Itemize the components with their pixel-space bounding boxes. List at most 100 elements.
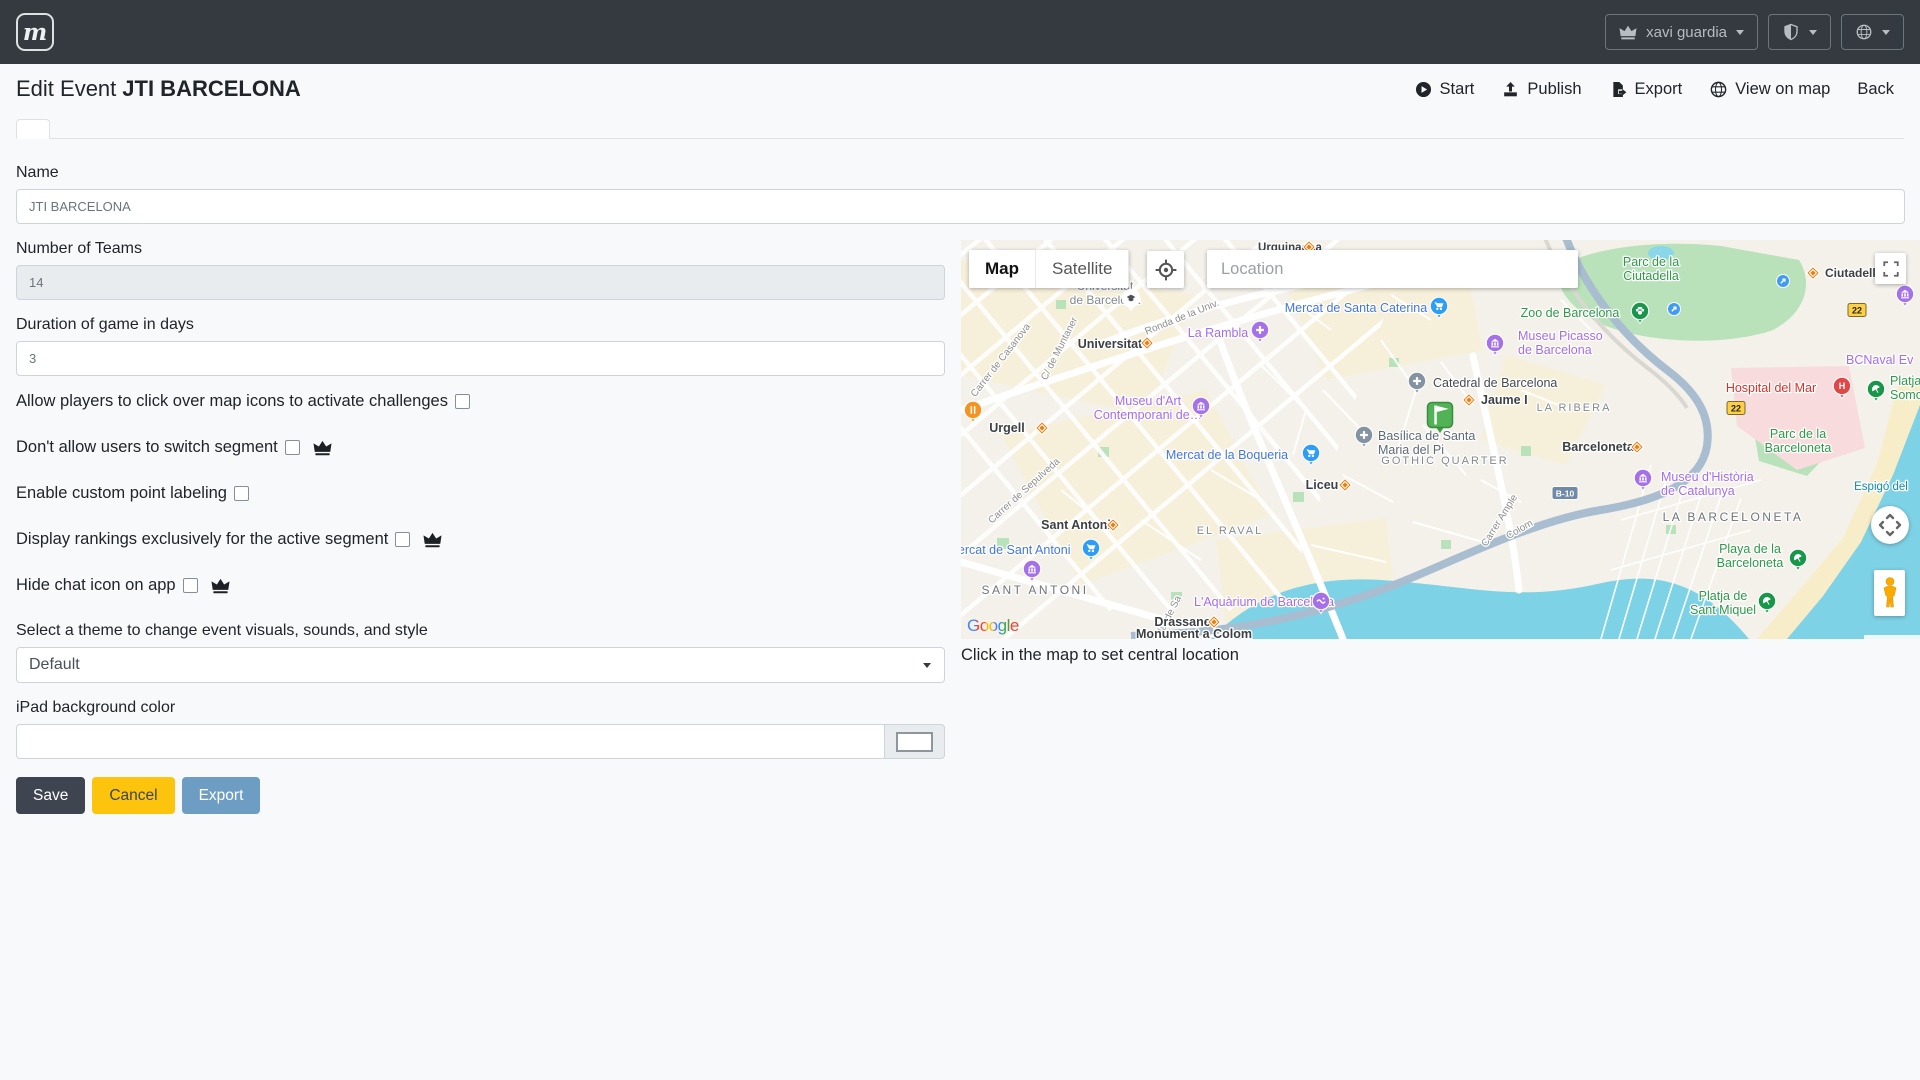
attribution-item[interactable] — [1892, 635, 1906, 639]
map-label: Platja de laSomorrostro — [1890, 374, 1920, 402]
svg-text:H: H — [1839, 381, 1846, 391]
tab[interactable] — [322, 119, 356, 139]
checkbox[interactable] — [455, 394, 470, 409]
action-label: View on map — [1735, 80, 1830, 99]
pan-arrows-icon — [1877, 512, 1903, 538]
checkbox[interactable] — [285, 440, 300, 455]
action-icon — [1501, 80, 1520, 99]
crown-icon — [1619, 23, 1637, 41]
map-label: Museu Picassode Barcelona — [1518, 329, 1603, 357]
save-button[interactable]: Save — [16, 777, 85, 814]
location-search-input[interactable] — [1207, 250, 1578, 288]
language-menu-button[interactable] — [1841, 14, 1904, 50]
tab[interactable] — [84, 119, 118, 139]
shield-icon — [1782, 23, 1800, 41]
map-label: Barceloneta — [1562, 440, 1635, 454]
action-label: Back — [1857, 80, 1894, 99]
attribution-item[interactable] — [1906, 635, 1920, 639]
tab[interactable] — [288, 119, 322, 139]
ipad-color-input-group — [16, 724, 945, 759]
map-label: Monument a Colom — [1136, 627, 1252, 639]
map-label: Parc de laCiutadella — [1623, 255, 1679, 283]
action-label: Export — [1635, 80, 1683, 99]
user-name: xavi guardia — [1646, 24, 1727, 41]
map-marker-shield: 22 — [1727, 402, 1745, 415]
tab[interactable] — [254, 119, 288, 139]
checkbox[interactable] — [183, 578, 198, 593]
chevron-down-icon — [1809, 30, 1817, 35]
event-name: JTI BARCELONA — [122, 76, 300, 101]
map-label: LA BARCELONETA — [1663, 510, 1804, 524]
attribution-item[interactable] — [1878, 635, 1892, 639]
checkbox[interactable] — [234, 486, 249, 501]
map-type-map-button[interactable]: Map — [969, 250, 1036, 288]
map-label: EL RAVAL — [1197, 525, 1264, 537]
name-field-group: Name — [16, 164, 1905, 224]
duration-input[interactable] — [16, 341, 945, 376]
tab[interactable] — [16, 119, 50, 139]
checkbox[interactable] — [395, 532, 410, 547]
page-header: Edit EventJTI BARCELONA Start Publish Ex… — [0, 64, 1920, 114]
export-button[interactable]: Export — [182, 777, 261, 814]
color-swatch — [896, 732, 933, 752]
ipad-color-input[interactable] — [16, 724, 885, 759]
map-label: Urgell — [989, 421, 1024, 435]
header-action[interactable]: Back — [1857, 80, 1894, 99]
map-label: Catedral de Barcelona — [1433, 376, 1557, 390]
header-action[interactable]: View on map — [1709, 80, 1830, 99]
premium-crown-icon — [423, 530, 442, 549]
tab[interactable] — [220, 119, 254, 139]
map-attribution — [1864, 635, 1920, 639]
map-marker-arrow — [1667, 302, 1681, 316]
checkbox-label: Hide chat icon on app — [16, 576, 176, 595]
map-widget: UrquinaonaUniversitatde BarcelonaUnivers… — [961, 240, 1920, 639]
app-logo-letter: m — [23, 19, 47, 46]
chevron-down-icon — [1736, 30, 1744, 35]
tab[interactable] — [50, 119, 84, 139]
google-logo[interactable]: Google — [967, 616, 1019, 636]
tab[interactable] — [186, 119, 220, 139]
map-label: Liceu — [1306, 478, 1339, 492]
map-type-satellite-button[interactable]: Satellite — [1036, 250, 1129, 288]
name-label: Name — [16, 164, 1905, 182]
top-navbar: m xavi guardia — [0, 0, 1920, 64]
name-input[interactable] — [16, 189, 1905, 224]
header-action[interactable]: Start — [1414, 80, 1475, 99]
admin-menu-button[interactable] — [1768, 14, 1831, 50]
header-action[interactable]: Publish — [1501, 80, 1581, 99]
action-label: Publish — [1527, 80, 1581, 99]
pegman-control[interactable] — [1874, 570, 1905, 616]
event-tabs — [16, 119, 1904, 139]
globe-icon — [1855, 23, 1873, 41]
premium-crown-icon — [211, 576, 230, 595]
locate-icon — [1154, 258, 1178, 282]
map-label: La Rambla — [1188, 326, 1248, 340]
checkbox-label: Enable custom point labeling — [16, 484, 227, 503]
theme-select[interactable]: Default — [16, 647, 945, 683]
fullscreen-button[interactable] — [1875, 253, 1906, 284]
attribution-item[interactable] — [1864, 635, 1878, 639]
edit-event-page: m xavi guardia Edit EventJTI BARCELONA — [0, 0, 1920, 1080]
map-label: Sant Antoni — [1041, 518, 1111, 532]
locate-button[interactable] — [1147, 251, 1184, 288]
map-label: Espigó del — [1854, 481, 1908, 493]
user-menu-button[interactable]: xavi guardia — [1605, 14, 1758, 50]
color-picker-addon[interactable] — [885, 724, 945, 759]
tab[interactable] — [152, 119, 186, 139]
pan-control[interactable] — [1871, 506, 1909, 544]
teams-input — [16, 265, 945, 300]
map-canvas[interactable]: UrquinaonaUniversitatde BarcelonaUnivers… — [961, 240, 1920, 639]
app-logo[interactable]: m — [16, 13, 54, 51]
ipad-color-field-group: iPad background color — [16, 699, 1905, 759]
header-actions: Start Publish Export View on map Back — [1414, 80, 1894, 99]
header-action[interactable]: Export — [1609, 80, 1683, 99]
map-marker-arrow — [1776, 274, 1790, 288]
action-icon — [1609, 80, 1628, 99]
fullscreen-icon — [1882, 260, 1900, 278]
cancel-button[interactable]: Cancel — [92, 777, 174, 814]
checkbox-label: Display rankings exclusively for the act… — [16, 530, 388, 549]
tab[interactable] — [118, 119, 152, 139]
map-marker-shieldb: B-10 — [1552, 487, 1578, 500]
map-label: Universitat — [1078, 337, 1143, 351]
map-label: Parc de laBarceloneta — [1765, 427, 1832, 455]
